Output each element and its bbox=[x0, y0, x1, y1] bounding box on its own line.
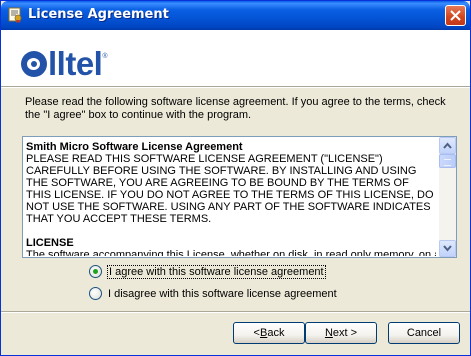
header-banner: lltel ® bbox=[1, 30, 470, 86]
agree-label[interactable]: I agree with this software license agree… bbox=[107, 264, 326, 279]
disagree-radio[interactable] bbox=[89, 287, 102, 300]
chevron-down-icon bbox=[443, 245, 452, 252]
logo-a-mark bbox=[21, 51, 47, 77]
footer-divider bbox=[1, 311, 470, 313]
title-bar[interactable]: License Agreement bbox=[1, 1, 470, 30]
agree-radio[interactable] bbox=[89, 265, 102, 278]
window-title: License Agreement bbox=[28, 7, 169, 22]
intro-text: Please read the following software licen… bbox=[25, 96, 446, 121]
license-body: PLEASE READ THIS SOFTWARE LICENSE AGREEM… bbox=[26, 153, 434, 225]
license-text-box[interactable]: Smith Micro Software License Agreement P… bbox=[22, 136, 457, 258]
close-button[interactable] bbox=[445, 5, 466, 26]
license-title: Smith Micro Software License Agreement bbox=[26, 141, 243, 153]
cancel-button[interactable]: Cancel bbox=[388, 322, 460, 344]
agree-option[interactable]: I agree with this software license agree… bbox=[89, 264, 326, 279]
disagree-label[interactable]: I disagree with this software license ag… bbox=[108, 288, 337, 300]
next-button[interactable]: Next > bbox=[305, 322, 377, 344]
logo-wordmark: lltel bbox=[48, 45, 103, 82]
license-section-heading: LICENSE bbox=[26, 237, 74, 249]
close-icon bbox=[450, 10, 461, 21]
license-document-icon bbox=[7, 7, 23, 23]
alltel-logo: lltel ® bbox=[21, 47, 108, 81]
header-divider bbox=[1, 86, 470, 88]
chevron-up-icon bbox=[443, 142, 452, 149]
back-button[interactable]: < Back bbox=[233, 322, 305, 344]
scroll-up-button[interactable] bbox=[439, 137, 456, 154]
next-button-label: ext > bbox=[332, 327, 358, 339]
license-agreement-window: License Agreement lltel ® Please read th… bbox=[0, 0, 471, 356]
logo-trademark: ® bbox=[102, 53, 108, 60]
back-button-label: ack bbox=[267, 327, 285, 339]
vertical-scrollbar[interactable] bbox=[439, 137, 456, 257]
scroll-thumb[interactable] bbox=[439, 154, 456, 168]
license-content: Smith Micro Software License Agreement P… bbox=[26, 141, 436, 256]
disagree-option[interactable]: I disagree with this software license ag… bbox=[89, 287, 337, 300]
scroll-down-button[interactable] bbox=[439, 240, 456, 257]
next-button-mnemonic: N bbox=[324, 327, 333, 339]
back-button-mnemonic: B bbox=[259, 327, 268, 339]
license-truncated-line: The software accompanying this License, … bbox=[26, 249, 436, 256]
